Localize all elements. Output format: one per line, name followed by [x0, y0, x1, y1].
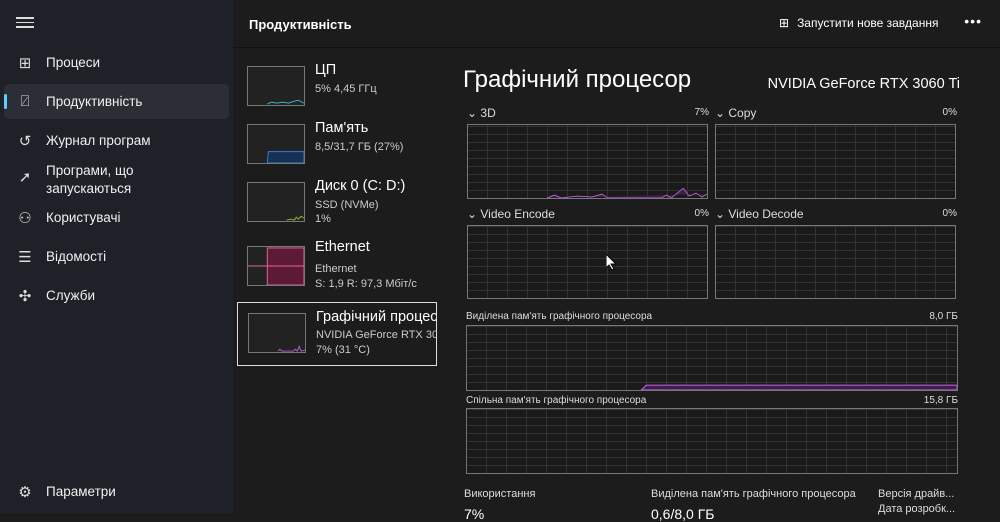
- card-title: ЦП: [315, 62, 337, 78]
- shared-memory-max: 15,8 ГБ: [923, 395, 958, 406]
- sidebar-item-details[interactable]: ☰ Відомості: [4, 239, 229, 274]
- dedicated-stat-label: Виділена пам'ять графічного процесора: [651, 488, 856, 500]
- graph-shared-memory: [466, 408, 958, 474]
- label: Служби: [46, 288, 95, 303]
- memory-thumbnail: [247, 124, 305, 164]
- sidebar-item-processes[interactable]: ⊞ Процеси: [4, 45, 229, 80]
- engine-decode-selector[interactable]: ⌄ Video Decode: [715, 207, 804, 221]
- sidebar-item-app-history[interactable]: ↺ Журнал програм: [4, 123, 229, 158]
- engine-copy-selector[interactable]: ⌄ Copy: [715, 106, 756, 120]
- card-ethernet[interactable]: Ethernet Ethernet S: 1,9 R: 97,3 Мбіт/с: [237, 236, 437, 300]
- dedicated-stat-value: 0,6/8,0 ГБ: [651, 506, 715, 522]
- engine-name: Video Decode: [728, 207, 804, 221]
- card-subtitle: Ethernet: [315, 263, 357, 275]
- list-icon: ☰: [18, 248, 32, 266]
- card-value: 7% (31 °C): [316, 344, 370, 356]
- page-title: Продуктивність: [249, 17, 352, 32]
- disk-thumbnail: [247, 182, 305, 222]
- more-options-icon[interactable]: •••: [964, 13, 982, 29]
- startup-icon: ➚: [18, 169, 32, 186]
- puzzle-icon: ✣: [18, 287, 32, 305]
- label: Відомості: [46, 249, 107, 264]
- card-subtitle: SSD (NVMe): [315, 199, 379, 211]
- card-title: Пам'ять: [315, 120, 369, 136]
- dedicated-memory-label: Виділена пам'ять графічного процесора: [466, 311, 653, 322]
- sidebar-item-startup[interactable]: ➚ Програми, що запускаються: [4, 162, 229, 204]
- cpu-thumbnail: [247, 66, 305, 106]
- users-icon: ⚇: [18, 209, 32, 227]
- engine-3d-selector[interactable]: ⌄ 3D: [467, 106, 496, 120]
- card-gpu[interactable]: Графічний процесор NVIDIA GeForce RTX 30…: [237, 302, 437, 366]
- card-memory[interactable]: Пам'ять 8,5/31,7 ГБ (27%): [237, 114, 437, 178]
- shared-memory-label: Спільна пам'ять графічного процесора: [466, 395, 647, 406]
- label: Параметри: [46, 484, 116, 499]
- history-icon: ↺: [18, 132, 32, 150]
- driver-version-label: Версія драйв...: [878, 488, 955, 500]
- graph-copy: [715, 124, 956, 199]
- engine-name: 3D: [480, 106, 496, 120]
- usage-label: Використання: [464, 488, 536, 500]
- sidebar-item-services[interactable]: ✣ Служби: [4, 278, 229, 313]
- graph-video-encode: [467, 225, 708, 299]
- performance-icon: ⍁: [20, 93, 30, 110]
- usage-value: 7%: [464, 506, 485, 522]
- label: Користувачі: [46, 210, 121, 225]
- engine-value: 7%: [694, 107, 709, 118]
- graph-dedicated-memory: [466, 325, 958, 391]
- label: Процеси: [46, 55, 101, 70]
- label: Продуктивність: [46, 94, 143, 109]
- ethernet-thumbnail: [247, 246, 305, 286]
- card-title: Ethernet: [315, 239, 370, 255]
- card-value: 1%: [315, 213, 331, 225]
- card-disk[interactable]: Диск 0 (C: D:) SSD (NVMe) 1%: [237, 172, 437, 236]
- new-task-icon: ⊞: [779, 16, 790, 30]
- card-cpu[interactable]: ЦП 5% 4,45 ГГц: [237, 56, 437, 120]
- engine-name: Copy: [728, 106, 757, 120]
- menu-icon[interactable]: [16, 14, 34, 30]
- card-subtitle: 8,5/31,7 ГБ (27%): [315, 141, 404, 153]
- card-title: Графічний процесор: [316, 309, 437, 325]
- new-task-button[interactable]: ⊞ Запустити нове завдання: [779, 16, 938, 30]
- engine-name: Video Encode: [480, 207, 555, 221]
- gpu-model: NVIDIA GeForce RTX 3060 Ti: [767, 76, 960, 92]
- sidebar-item-users[interactable]: ⚇ Користувачі: [4, 200, 229, 235]
- label: Журнал програм: [46, 133, 151, 148]
- gear-icon: ⚙: [18, 483, 32, 501]
- engine-value: 0%: [694, 208, 709, 219]
- dedicated-memory-max: 8,0 ГБ: [929, 311, 958, 322]
- engine-value: 0%: [942, 208, 957, 219]
- new-task-label: Запустити нове завдання: [797, 16, 939, 30]
- graph-video-decode: [715, 225, 956, 299]
- gpu-thumbnail: [248, 313, 306, 353]
- mouse-cursor-icon: [606, 254, 617, 271]
- graph-3d: [467, 124, 708, 199]
- card-subtitle: 5% 4,45 ГГц: [315, 83, 377, 95]
- card-value: S: 1,9 R: 97,3 Мбіт/с: [315, 278, 417, 290]
- header: Продуктивність ⊞ Запустити нове завдання …: [233, 0, 1000, 48]
- sidebar-item-settings[interactable]: ⚙ Параметри: [4, 474, 229, 509]
- processes-icon: ⊞: [18, 54, 32, 72]
- sidebar: ⊞ Процеси ⍁ Продуктивність ↺ Журнал програм…: [0, 0, 233, 513]
- card-subtitle: NVIDIA GeForce RTX 3060 Ti: [316, 329, 437, 341]
- driver-date-label: Дата розробк...: [878, 503, 956, 515]
- sidebar-item-performance[interactable]: ⍁ Продуктивність: [4, 84, 229, 119]
- gpu-title: Графічний процесор: [463, 66, 692, 93]
- engine-value: 0%: [942, 107, 957, 118]
- card-title: Диск 0 (C: D:): [315, 178, 406, 194]
- engine-encode-selector[interactable]: ⌄ Video Encode: [467, 207, 555, 221]
- label: Програми, що запускаються: [46, 163, 134, 196]
